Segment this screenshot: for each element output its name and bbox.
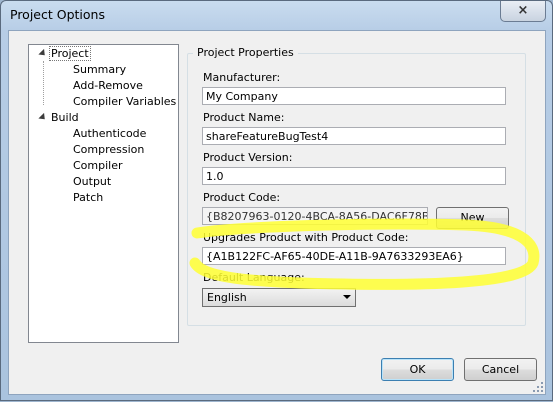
- tree-item-label: Summary: [73, 63, 127, 76]
- tree-item-label: Output: [73, 175, 112, 188]
- tree-item-label: Compiler Variables: [73, 95, 177, 108]
- close-button[interactable]: ×: [500, 1, 546, 22]
- manufacturer-label: Manufacturer:: [203, 71, 281, 84]
- product-version-field[interactable]: 1.0: [202, 167, 506, 185]
- tree-item-build[interactable]: Build: [37, 110, 81, 126]
- expanded-arrow-icon[interactable]: [38, 48, 48, 59]
- chevron-down-icon: [343, 295, 351, 299]
- default-language-value: English: [207, 291, 247, 304]
- cancel-button-label: Cancel: [481, 363, 520, 376]
- product-name-label: Product Name:: [203, 111, 285, 124]
- tree-item-compression[interactable]: Compression: [71, 142, 146, 158]
- upgrades-label: Upgrades Product with Product Code:: [203, 231, 409, 244]
- tree-item-label: Patch: [73, 191, 104, 204]
- group-title: Project Properties: [193, 46, 298, 59]
- new-code-button[interactable]: New: [436, 207, 509, 229]
- tree-item-compiler-variables[interactable]: Compiler Variables: [71, 94, 178, 110]
- tree-item-label: Compiler: [73, 159, 123, 172]
- product-version-label: Product Version:: [203, 151, 293, 164]
- default-language-label: Default Language:: [203, 271, 305, 284]
- expanded-arrow-icon[interactable]: [38, 112, 48, 123]
- options-tree[interactable]: Project Summary Add-Remove Compiler Vari…: [28, 44, 179, 343]
- product-code-field[interactable]: {B8207963-0120-4BCA-8A56-DAC6F78B10C0}: [202, 207, 428, 225]
- tree-item-project[interactable]: Project: [37, 46, 91, 62]
- product-code-label: Product Code:: [203, 191, 281, 204]
- title-bar[interactable]: Project Options ×: [1, 1, 552, 29]
- tree-item-output[interactable]: Output: [71, 174, 113, 190]
- dialog-client-area: Project Summary Add-Remove Compiler Vari…: [8, 30, 546, 395]
- project-options-dialog: Project Options × Project Summary Add-Re…: [0, 0, 553, 401]
- tree-item-summary[interactable]: Summary: [71, 62, 128, 78]
- cancel-button[interactable]: Cancel: [464, 358, 537, 381]
- tree-item-label: Authenticode: [73, 127, 147, 140]
- ok-button-label: OK: [409, 363, 426, 376]
- resize-grip-icon[interactable]: [533, 382, 543, 392]
- tree-item-label: Compression: [73, 143, 145, 156]
- ok-button[interactable]: OK: [381, 358, 454, 381]
- tree-item-label: Add-Remove: [73, 79, 143, 92]
- tree-item-compiler[interactable]: Compiler: [71, 158, 125, 174]
- close-icon: ×: [517, 3, 529, 18]
- tree-item-add-remove[interactable]: Add-Remove: [71, 78, 145, 94]
- product-name-field[interactable]: shareFeatureBugTest4: [202, 127, 506, 145]
- default-language-select[interactable]: English: [202, 288, 356, 307]
- tree-item-label: Project: [49, 46, 91, 61]
- tree-connector: [43, 61, 44, 105]
- tree-item-label: Build: [51, 111, 79, 124]
- new-button-label: New: [460, 211, 485, 224]
- upgrades-product-code-field[interactable]: {A1B122FC-AF65-40DE-A11B-9A7633293EA6}: [202, 247, 506, 265]
- tree-item-authenticode[interactable]: Authenticode: [71, 126, 148, 142]
- tree-item-patch[interactable]: Patch: [71, 190, 105, 206]
- manufacturer-field[interactable]: My Company: [202, 87, 506, 105]
- dialog-title: Project Options: [10, 7, 105, 22]
